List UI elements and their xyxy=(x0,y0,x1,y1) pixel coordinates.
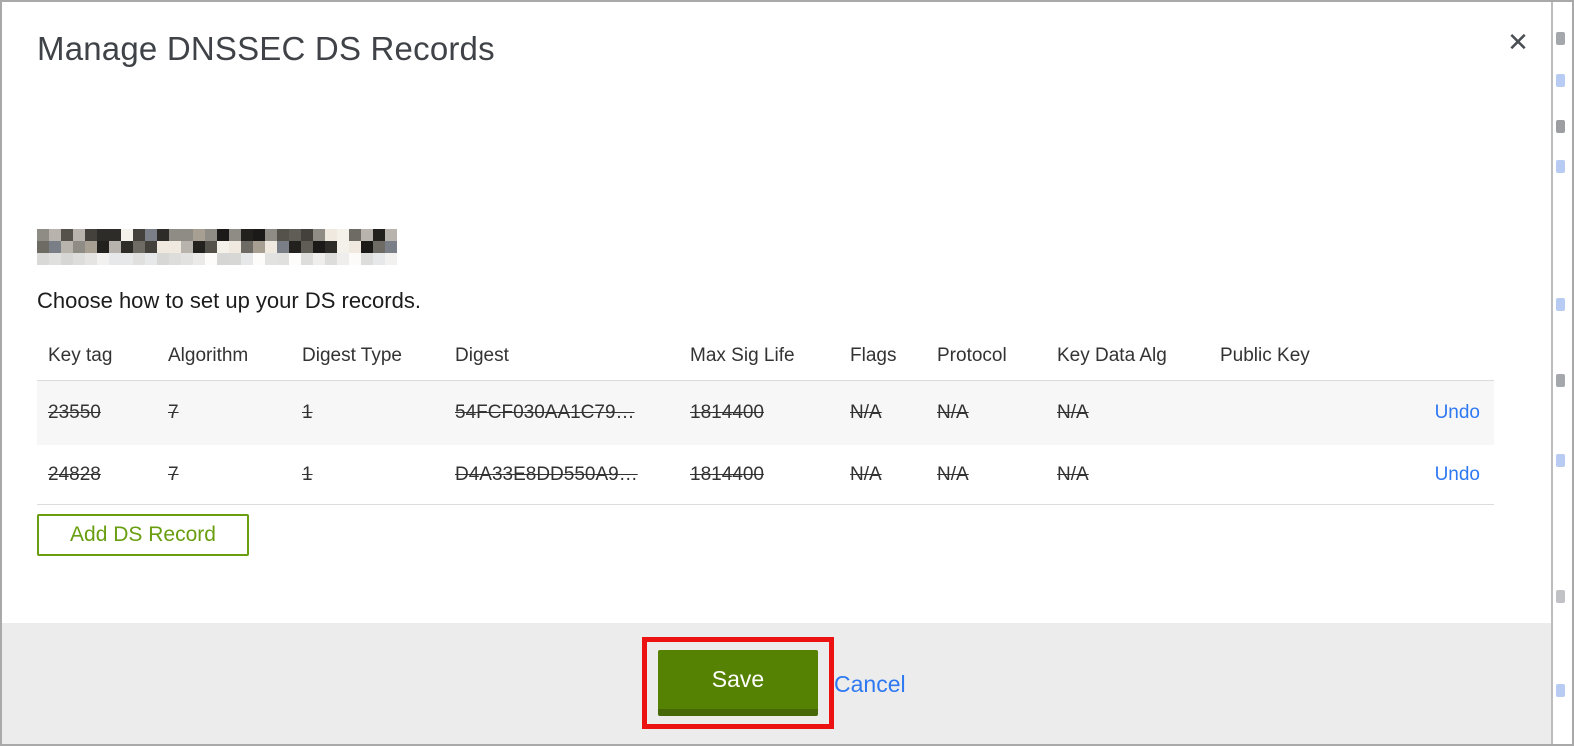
table-row: 24828 7 1 D4A33E8DD550A9… 1814400 N/A N/A N/A Un… xyxy=(37,445,1494,505)
modal-title: Manage DNSSEC DS Records xyxy=(37,30,495,67)
column-header: Max Sig Life xyxy=(690,345,795,366)
modal-footer: Save Cancel xyxy=(2,623,1551,744)
background-page-fragment xyxy=(1556,298,1565,311)
table-cell: N/A xyxy=(1057,463,1089,485)
table-cell: N/A xyxy=(937,463,969,485)
background-page-fragment xyxy=(1556,120,1565,133)
table-cell: N/A xyxy=(850,402,882,423)
save-button[interactable]: Save xyxy=(658,650,818,716)
table-cell: 54FCF030AA1C79… xyxy=(455,402,635,423)
table-cell: 1 xyxy=(302,463,313,485)
table-cell: N/A xyxy=(1057,402,1089,423)
column-header: Public Key xyxy=(1220,345,1310,366)
column-header: Flags xyxy=(850,345,897,366)
cancel-link[interactable]: Cancel xyxy=(834,671,906,698)
background-page-fragment xyxy=(1556,74,1565,87)
background-page-fragment xyxy=(1556,374,1565,387)
column-header: Protocol xyxy=(937,345,1007,366)
table-cell: N/A xyxy=(850,463,882,485)
column-header: Digest xyxy=(455,345,509,366)
column-header: Digest Type xyxy=(302,345,402,366)
background-page-fragment xyxy=(1556,454,1565,467)
background-page-fragment xyxy=(1556,160,1565,173)
table-cell: 7 xyxy=(168,402,179,423)
table-cell-actions: Undo xyxy=(1400,464,1480,486)
table-cell: 7 xyxy=(168,463,179,485)
instruction-text: Choose how to set up your DS records. xyxy=(37,288,421,313)
add-ds-record-button[interactable]: Add DS Record xyxy=(37,514,249,556)
screenshot-root: Manage DNSSEC DS Records ✕ Choose how to… xyxy=(0,0,1574,746)
redacted-domain xyxy=(37,229,397,265)
undo-link[interactable]: Undo xyxy=(1435,402,1480,423)
column-header: Algorithm xyxy=(168,345,249,366)
undo-link[interactable]: Undo xyxy=(1435,464,1480,485)
table-cell-actions: Undo xyxy=(1400,402,1480,424)
table-header-row: Key tag Algorithm Digest Type Digest Max Sig… xyxy=(37,332,1494,380)
background-page-fragment xyxy=(1556,590,1565,603)
background-page-strip xyxy=(1555,2,1572,744)
table-cell: 23550 xyxy=(48,402,101,423)
table-cell: 1814400 xyxy=(690,463,764,485)
background-page-fragment xyxy=(1556,684,1565,697)
table-cell: 24828 xyxy=(48,463,101,485)
annotation-highlight-box: Save xyxy=(642,637,834,729)
column-header: Key Data Alg xyxy=(1057,345,1167,366)
table-cell: 1 xyxy=(302,402,313,423)
dnssec-modal: Manage DNSSEC DS Records ✕ Choose how to… xyxy=(2,2,1553,744)
table-cell: 1814400 xyxy=(690,402,764,423)
table-cell: D4A33E8DD550A9… xyxy=(455,463,638,485)
ds-records-table: Key tag Algorithm Digest Type Digest Max Sig… xyxy=(37,332,1494,505)
table-body: 23550 7 1 54FCF030AA1C79… 1814400 N/A N/A N/A Un… xyxy=(37,380,1494,505)
background-page-fragment xyxy=(1556,32,1565,45)
column-header: Key tag xyxy=(48,345,113,366)
table-cell: N/A xyxy=(937,402,969,423)
table-row: 23550 7 1 54FCF030AA1C79… 1814400 N/A N/A N/A Un… xyxy=(37,380,1494,445)
close-icon[interactable]: ✕ xyxy=(1500,24,1536,60)
